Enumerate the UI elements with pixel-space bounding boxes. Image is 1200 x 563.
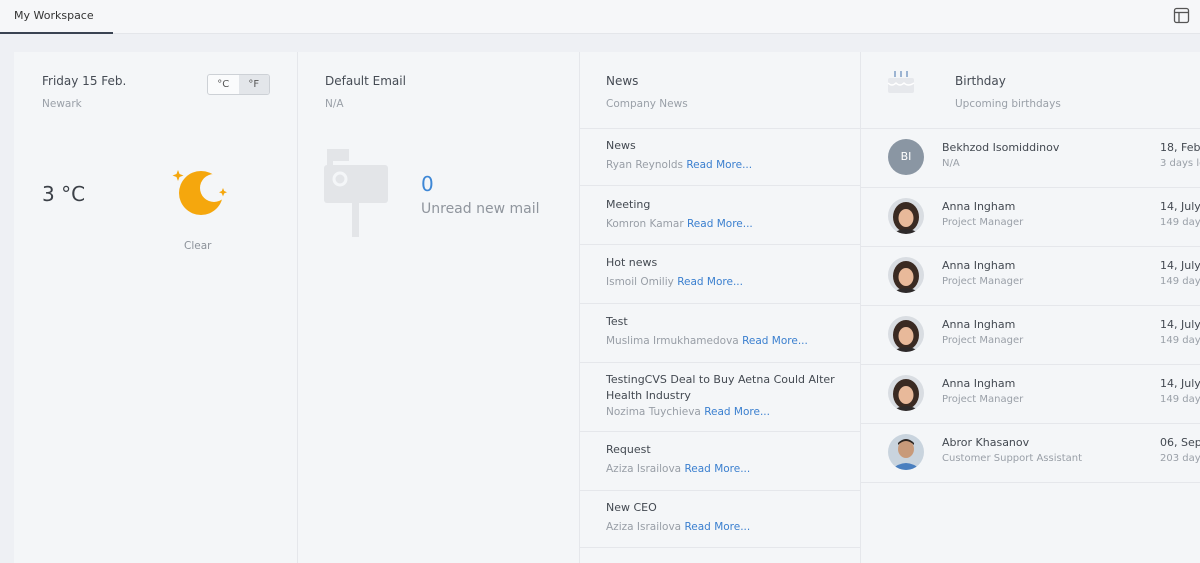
read-more-link[interactable]: Read More...	[684, 521, 750, 533]
top-bar: My Workspace	[0, 0, 1200, 34]
avatar	[888, 257, 924, 293]
birthday-row[interactable]: BI Bekhzod Isomiddinov N/A 18, Febr 3 da…	[861, 129, 1200, 188]
birthday-date: 14, July	[1160, 318, 1200, 331]
weather-date: Friday 15 Feb.	[42, 74, 127, 88]
unread-mail-label: Unread new mail	[421, 201, 540, 217]
news-widget: News Company News News Ryan Reynolds Rea…	[580, 52, 861, 563]
layout-icon[interactable]	[1173, 7, 1190, 24]
birthday-date: 14, July	[1160, 259, 1200, 272]
avatar	[888, 375, 924, 411]
birthday-subtitle: Upcoming birthdays	[955, 98, 1061, 110]
birthday-date: 14, July	[1160, 200, 1200, 213]
email-subtitle: N/A	[325, 98, 344, 110]
read-more-link[interactable]: Read More...	[677, 276, 743, 288]
birthday-days-left: 149 days	[1160, 217, 1200, 228]
unread-mail-count[interactable]: 0	[421, 172, 434, 196]
birthday-role: Project Manager	[942, 394, 1024, 405]
read-more-link[interactable]: Read More...	[687, 218, 753, 230]
unit-fahrenheit-button[interactable]: °F	[238, 75, 269, 94]
birthday-title: Birthday	[955, 74, 1006, 88]
email-widget: Default Email N/A 0 Unread new mail	[298, 52, 580, 563]
birthday-row[interactable]: Abror Khasanov Customer Support Assistan…	[861, 424, 1200, 483]
mailbox-icon	[324, 149, 388, 237]
news-item[interactable]: Request Aziza Israilova Read More...	[580, 442, 861, 491]
email-title: Default Email	[325, 74, 406, 88]
avatar	[888, 434, 924, 470]
workspace-panel: Friday 15 Feb. Newark °C °F 3 °C Clear D…	[14, 52, 1200, 563]
birthday-name: Anna Ingham	[942, 377, 1016, 390]
read-more-link[interactable]: Read More...	[704, 406, 770, 418]
cake-icon	[887, 71, 915, 93]
news-item[interactable]: Hot news Ismoil Omiliy Read More...	[580, 255, 861, 304]
birthday-date: 18, Febr	[1160, 141, 1200, 154]
news-item[interactable]: TestingCVS Deal to Buy Aetna Could Alter…	[580, 372, 861, 432]
news-title: News	[606, 74, 639, 88]
birthday-role: N/A	[942, 158, 960, 169]
news-subtitle: Company News	[606, 98, 688, 110]
weather-widget: Friday 15 Feb. Newark °C °F 3 °C Clear	[14, 52, 298, 563]
avatar	[888, 198, 924, 234]
news-item[interactable]: Meeting Komron Kamar Read More...	[580, 197, 861, 245]
birthday-name: Abror Khasanov	[942, 436, 1030, 449]
birthday-days-left: 149 days	[1160, 335, 1200, 346]
birthday-days-left: 149 days	[1160, 276, 1200, 287]
birthday-role: Customer Support Assistant	[942, 453, 1083, 464]
birthday-widget: Birthday Upcoming birthdays BI Bekhzod I…	[861, 52, 1200, 563]
avatar: BI	[888, 139, 924, 175]
tab-my-workspace[interactable]: My Workspace	[0, 0, 113, 34]
weather-city: Newark	[42, 98, 82, 110]
birthday-date: 14, July	[1160, 377, 1200, 390]
unit-celsius-button[interactable]: °C	[208, 75, 239, 94]
birthday-row[interactable]: Anna Ingham Project Manager 14, July 149…	[861, 188, 1200, 247]
birthday-days-left: 149 days	[1160, 394, 1200, 405]
birthday-name: Anna Ingham	[942, 259, 1016, 272]
birthday-role: Project Manager	[942, 276, 1024, 287]
birthday-role: Project Manager	[942, 335, 1024, 346]
birthday-role: Project Manager	[942, 217, 1024, 228]
birthday-row[interactable]: Anna Ingham Project Manager 14, July 149…	[861, 247, 1200, 306]
read-more-link[interactable]: Read More...	[686, 159, 752, 171]
birthday-date: 06, Sep	[1160, 436, 1200, 449]
birthday-days-left: 3 days le	[1160, 158, 1200, 169]
temperature-value: 3 °C	[42, 182, 86, 206]
birthday-name: Anna Ingham	[942, 318, 1016, 331]
avatar	[888, 316, 924, 352]
birthday-row[interactable]: Anna Ingham Project Manager 14, July 149…	[861, 365, 1200, 424]
moon-stars-icon	[172, 170, 228, 215]
news-item[interactable]: New CEO Aziza Israilova Read More...	[580, 500, 861, 548]
birthday-days-left: 203 days	[1160, 453, 1200, 464]
birthday-name: Bekhzod Isomiddinov	[942, 141, 1060, 154]
news-item[interactable]: News Ryan Reynolds Read More...	[580, 138, 861, 186]
weather-condition: Clear	[184, 240, 212, 252]
read-more-link[interactable]: Read More...	[742, 335, 808, 347]
birthday-row[interactable]: Anna Ingham Project Manager 14, July 149…	[861, 306, 1200, 365]
birthday-name: Anna Ingham	[942, 200, 1016, 213]
news-item[interactable]: Test Muslima Irmukhamedova Read More...	[580, 314, 861, 363]
unit-toggle: °C °F	[207, 74, 270, 95]
read-more-link[interactable]: Read More...	[684, 463, 750, 475]
